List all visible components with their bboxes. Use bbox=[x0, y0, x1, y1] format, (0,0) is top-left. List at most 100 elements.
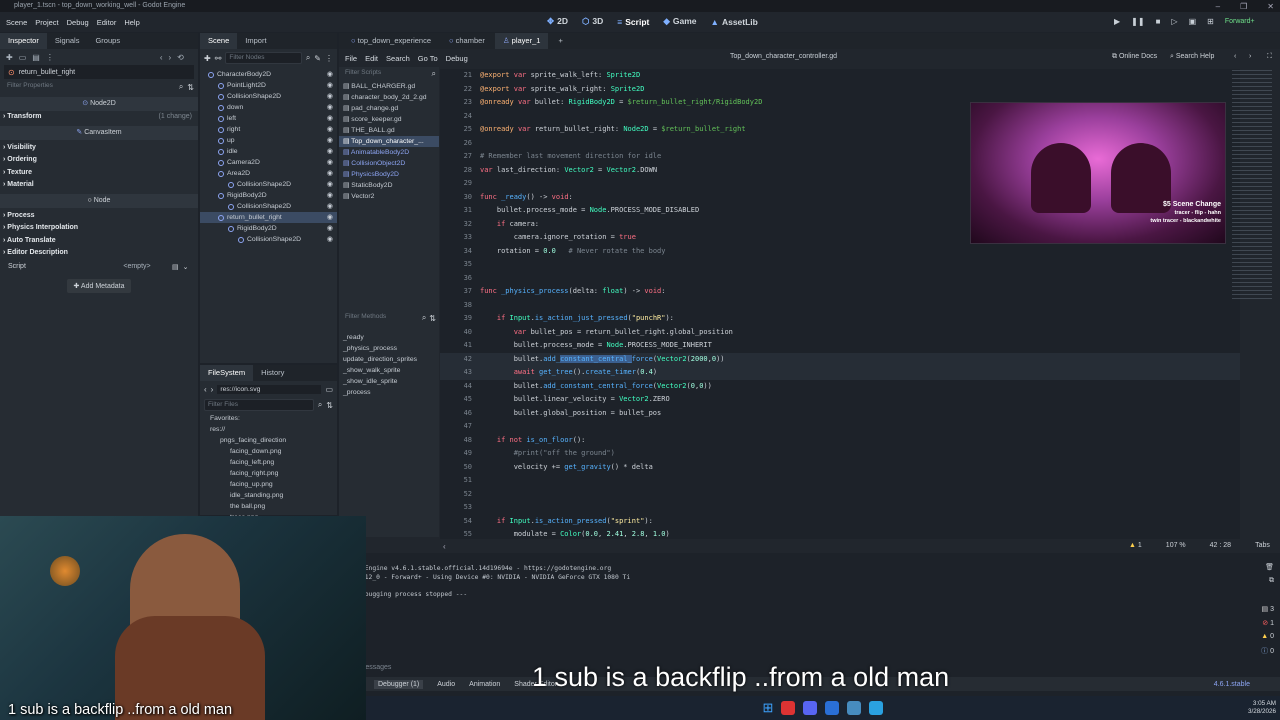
workspace-script-button[interactable]: ≡ Script bbox=[610, 17, 656, 27]
file-filter-input[interactable]: Filter Files bbox=[204, 399, 314, 411]
remote-debug-icon[interactable]: ⊞ bbox=[1207, 17, 1214, 26]
file-item[interactable]: the ball.png bbox=[200, 501, 337, 512]
scene-node[interactable]: left ◉ bbox=[200, 113, 337, 124]
menu-help[interactable]: Help bbox=[120, 18, 143, 27]
play-icon[interactable]: ▶ bbox=[1114, 17, 1120, 26]
method-filter-input[interactable]: Filter Methods bbox=[342, 312, 419, 324]
link-icon[interactable]: ⚯ bbox=[215, 54, 222, 63]
method-list-item[interactable]: update_direction_sprites bbox=[343, 354, 417, 365]
warning-filter[interactable]: ▲ 0 bbox=[1261, 633, 1274, 640]
code-line[interactable]: 52 bbox=[440, 488, 1240, 502]
menu-scene[interactable]: Scene bbox=[2, 18, 31, 27]
section-texture[interactable]: › Texture bbox=[0, 167, 198, 180]
script-list-item[interactable]: ▤ Vector2 bbox=[339, 191, 439, 202]
script-list-item[interactable]: ▤ StaticBody2D bbox=[339, 180, 439, 191]
tab-filesystem[interactable]: FileSystem bbox=[200, 365, 254, 381]
property-filter-input[interactable]: Filter Properties bbox=[4, 81, 175, 93]
visibility-eye-icon[interactable]: ◉ bbox=[327, 168, 333, 179]
visibility-eye-icon[interactable]: ◉ bbox=[327, 80, 333, 91]
code-line[interactable]: 41 bullet.process_mode = Node.PROCESS_MO… bbox=[440, 339, 1240, 353]
method-list-item[interactable]: _show_walk_sprite bbox=[343, 365, 417, 376]
scene-node[interactable]: CollisionShape2D ◉ bbox=[200, 201, 337, 212]
stop-icon[interactable]: ■ bbox=[1156, 17, 1161, 26]
error-filter[interactable]: ⊘ 1 bbox=[1262, 619, 1274, 627]
code-line[interactable]: 49 #print("off the ground") bbox=[440, 447, 1240, 461]
code-line[interactable]: 51 bbox=[440, 474, 1240, 488]
section-auto-translate[interactable]: › Auto Translate bbox=[0, 235, 198, 248]
script-filter-input[interactable]: Filter Scripts bbox=[342, 68, 429, 80]
discord-icon[interactable] bbox=[803, 701, 818, 715]
workspace-assetlib-button[interactable]: ▲ AssetLib bbox=[704, 17, 765, 27]
sort-icon[interactable]: ⇅ bbox=[326, 401, 333, 410]
tab-scene[interactable]: Scene bbox=[200, 33, 238, 49]
tab-import[interactable]: Import bbox=[237, 33, 274, 49]
file-item[interactable]: idle_standing.png bbox=[200, 490, 337, 501]
code-line[interactable]: 37 func _physics_process(delta: float) ->… bbox=[440, 285, 1240, 299]
method-list-item[interactable]: _show_idle_sprite bbox=[343, 376, 417, 387]
scene-node[interactable]: CharacterBody2D ◉ bbox=[200, 69, 337, 80]
inspector-node-path[interactable]: ⊙ return_bullet_right bbox=[4, 65, 194, 79]
godot-icon[interactable] bbox=[847, 701, 862, 715]
menu-debug[interactable]: Debug bbox=[63, 18, 93, 27]
filesystem-path-input[interactable]: res://icon.svg bbox=[217, 384, 322, 394]
code-line[interactable]: 48 if not is_on_floor(): bbox=[440, 434, 1240, 448]
prev-script-icon[interactable]: ‹ bbox=[1234, 53, 1236, 60]
visibility-eye-icon[interactable]: ◉ bbox=[327, 113, 333, 124]
scene-node[interactable]: down ◉ bbox=[200, 102, 337, 113]
visibility-eye-icon[interactable]: ◉ bbox=[327, 223, 333, 234]
editor-tab-top-down-experience[interactable]: ○ top_down_experience bbox=[343, 33, 439, 49]
add-tab-button[interactable]: + bbox=[550, 33, 570, 49]
file-item[interactable]: Favorites: bbox=[200, 413, 337, 424]
method-list-item[interactable]: _physics_process bbox=[343, 343, 417, 354]
script-menu-debug[interactable]: Debug bbox=[442, 54, 472, 63]
distraction-free-icon[interactable]: ⛶ bbox=[1267, 53, 1272, 61]
script-menu-search[interactable]: Search bbox=[382, 54, 414, 63]
close-button[interactable]: ✕ bbox=[1267, 2, 1274, 11]
scene-node[interactable]: idle ◉ bbox=[200, 146, 337, 157]
minimize-button[interactable]: – bbox=[1216, 2, 1220, 11]
scene-node[interactable]: CollisionShape2D ◉ bbox=[200, 234, 337, 245]
add-node-icon[interactable]: ✚ bbox=[204, 54, 211, 63]
visibility-eye-icon[interactable]: ◉ bbox=[327, 190, 333, 201]
script-menu-file[interactable]: File bbox=[341, 54, 361, 63]
code-line[interactable]: 40 var bullet_pos = return_bullet_right.… bbox=[440, 326, 1240, 340]
code-line[interactable]: 54 if Input.is_action_pressed("sprint"): bbox=[440, 515, 1240, 529]
method-list-item[interactable]: _ready bbox=[343, 332, 417, 343]
errors-filter[interactable]: ▤ 3 bbox=[1262, 605, 1274, 613]
scene-node[interactable]: CollisionShape2D ◉ bbox=[200, 91, 337, 102]
editor-tab-player-1[interactable]: ♙ player_1 bbox=[494, 33, 549, 49]
menu-project[interactable]: Project bbox=[31, 18, 62, 27]
visibility-eye-icon[interactable]: ◉ bbox=[327, 179, 333, 190]
code-line[interactable]: 45 bullet.linear_velocity = Vector2.ZERO bbox=[440, 393, 1240, 407]
filter-settings-icon[interactable]: ⇅ bbox=[187, 83, 194, 92]
tab-animation[interactable]: Animation bbox=[469, 681, 500, 688]
movie-icon[interactable]: ▣ bbox=[1189, 17, 1197, 26]
code-line[interactable]: 22 @export var sprite_walk_right: Sprite2… bbox=[440, 83, 1240, 97]
menu-editor[interactable]: Editor bbox=[93, 18, 121, 27]
scene-node[interactable]: up ◉ bbox=[200, 135, 337, 146]
tab-signals[interactable]: Signals bbox=[47, 33, 88, 49]
tab-debugger[interactable]: Debugger (1) bbox=[374, 679, 424, 689]
chevron-down-icon[interactable]: ⌄ bbox=[183, 263, 189, 271]
tab-history[interactable]: History bbox=[253, 365, 292, 381]
tab-groups[interactable]: Groups bbox=[87, 33, 128, 49]
workspace-2d-button[interactable]: ✥ 2D bbox=[540, 16, 575, 27]
maximize-button[interactable]: ❐ bbox=[1240, 2, 1247, 11]
visibility-eye-icon[interactable]: ◉ bbox=[327, 157, 333, 168]
script-list-item[interactable]: ▤ PhysicsBody2D bbox=[339, 169, 439, 180]
visibility-eye-icon[interactable]: ◉ bbox=[327, 124, 333, 135]
new-resource-icon[interactable]: ✚ bbox=[6, 53, 13, 62]
code-minimap[interactable] bbox=[1232, 70, 1272, 300]
method-list-item[interactable]: _process bbox=[343, 387, 417, 398]
code-line[interactable]: 34 rotation = 0.0 # Never rotate the bod… bbox=[440, 245, 1240, 259]
editor-tab-chamber[interactable]: ○ chamber bbox=[441, 33, 493, 49]
warning-count[interactable]: ▲ 1 bbox=[1129, 542, 1142, 549]
layout-icon[interactable]: ▭ bbox=[325, 385, 333, 394]
code-line[interactable]: 42 bullet.add_constant_central_force(Vec… bbox=[440, 352, 1240, 366]
pause-icon[interactable]: ❚❚ bbox=[1131, 17, 1144, 26]
scene-node[interactable]: Area2D ◉ bbox=[200, 168, 337, 179]
open-resource-icon[interactable]: ▭ bbox=[19, 53, 27, 62]
windows-start-icon[interactable]: ⊞ bbox=[763, 700, 774, 716]
copy-output-icon[interactable]: ⧉ bbox=[1269, 577, 1274, 585]
online-docs-button[interactable]: ⧉ Online Docs bbox=[1112, 53, 1157, 61]
